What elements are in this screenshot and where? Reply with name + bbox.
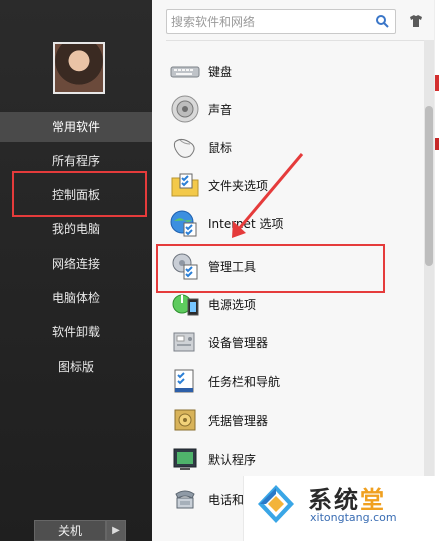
- power-options-icon: [172, 294, 199, 316]
- nav-uninstall-software[interactable]: 软件卸载: [0, 317, 152, 347]
- item-label: 设备管理器: [208, 335, 269, 350]
- phone-modem-icon: [175, 490, 195, 509]
- item-label: Internet 选项: [208, 216, 284, 231]
- item-label: 默认程序: [208, 452, 257, 467]
- item-sound[interactable]: 声音: [170, 90, 400, 128]
- taskbar-icon: [174, 369, 194, 393]
- item-label: 鼠标: [208, 140, 233, 155]
- shutdown-button[interactable]: 关机: [34, 520, 106, 541]
- credential-manager-icon: [174, 409, 196, 431]
- keyboard-icon: [170, 66, 200, 78]
- item-device-manager[interactable]: 设备管理器: [170, 323, 400, 361]
- chevron-right-icon: ▶: [112, 525, 120, 536]
- speaker-icon: [171, 95, 199, 123]
- user-avatar[interactable]: [53, 42, 105, 94]
- item-label: 文件夹选项: [208, 178, 269, 193]
- nav-network-connections[interactable]: 网络连接: [0, 249, 152, 279]
- item-label: 声音: [208, 102, 233, 117]
- item-keyboard[interactable]: 键盘: [170, 52, 400, 90]
- item-label: 键盘: [208, 64, 233, 79]
- item-folder-options[interactable]: 文件夹选项: [170, 166, 400, 204]
- search-input[interactable]: [167, 10, 377, 33]
- item-label: 任务栏和导航: [208, 374, 281, 389]
- skin-shirt-icon[interactable]: [408, 13, 424, 29]
- default-programs-icon: [173, 448, 197, 470]
- shutdown-control: 关机 ▶: [34, 520, 126, 541]
- folder-options-icon: [171, 173, 199, 197]
- mouse-icon: [173, 138, 195, 158]
- scrollbar[interactable]: [424, 40, 434, 520]
- item-mouse[interactable]: 鼠标: [170, 128, 400, 166]
- item-taskbar-navigation[interactable]: 任务栏和导航: [170, 362, 400, 400]
- nav-my-computer[interactable]: 我的电脑: [0, 214, 152, 244]
- edge-mark: [435, 138, 439, 150]
- item-label: 凭据管理器: [208, 413, 269, 428]
- watermark-brand: 系统堂: [308, 485, 386, 514]
- item-default-programs[interactable]: 默认程序: [170, 440, 400, 478]
- search-divider: [166, 40, 428, 41]
- nav-pc-checkup[interactable]: 电脑体检: [0, 283, 152, 313]
- search-box: [166, 9, 396, 34]
- left-panel: 常用软件 所有程序 控制面板 我的电脑 网络连接 电脑体检 软件卸载 图标版 关…: [0, 0, 152, 541]
- shutdown-options-button[interactable]: ▶: [106, 520, 126, 541]
- control-panel-highlight-box: [12, 171, 147, 217]
- device-manager-icon: [173, 332, 195, 352]
- internet-options-icon: [170, 210, 197, 237]
- edge-mark: [435, 75, 439, 91]
- watermark: 系统堂 xitongtang.com: [243, 476, 439, 541]
- item-internet-options[interactable]: Internet 选项: [170, 204, 400, 242]
- nav-icon-view[interactable]: 图标版: [0, 352, 152, 382]
- right-edge-strip: [434, 0, 439, 541]
- admin-tools-highlight-box: [156, 244, 385, 293]
- nav-common-software[interactable]: 常用软件: [0, 112, 152, 142]
- windows-logo-icon: [258, 485, 294, 523]
- item-label: 电源选项: [208, 297, 257, 312]
- search-icon[interactable]: [375, 14, 389, 28]
- item-credential-manager[interactable]: 凭据管理器: [170, 401, 400, 439]
- scrollbar-thumb[interactable]: [425, 106, 433, 266]
- watermark-domain: xitongtang.com: [310, 511, 397, 524]
